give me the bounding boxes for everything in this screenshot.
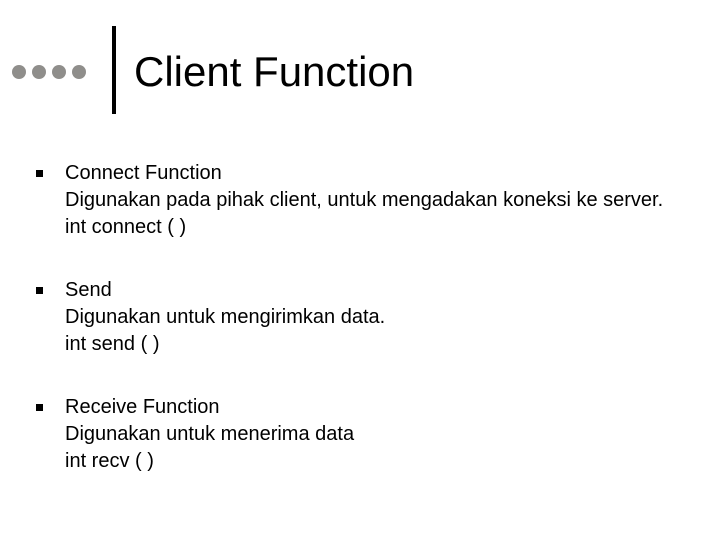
dot-icon — [52, 65, 66, 79]
decorative-dots — [12, 65, 86, 79]
item-heading: Send — [65, 277, 690, 304]
item-code: int recv ( ) — [65, 448, 690, 475]
item-description: Digunakan pada pihak client, untuk menga… — [65, 187, 690, 214]
dot-icon — [72, 65, 86, 79]
item-body: Receive Function Digunakan untuk menerim… — [65, 394, 690, 475]
item-description: Digunakan untuk mengirimkan data. — [65, 304, 690, 331]
list-item: Receive Function Digunakan untuk menerim… — [36, 394, 690, 475]
bullet-icon — [36, 287, 43, 294]
item-code: int connect ( ) — [65, 214, 690, 241]
slide-title: Client Function — [134, 48, 414, 96]
bullet-icon — [36, 404, 43, 411]
item-body: Send Digunakan untuk mengirimkan data. i… — [65, 277, 690, 358]
slide: Client Function Connect Function Digunak… — [0, 0, 720, 540]
bullet-icon — [36, 170, 43, 177]
title-divider — [112, 26, 116, 114]
title-area: Client Function — [0, 30, 414, 114]
item-heading: Receive Function — [65, 394, 690, 421]
content-area: Connect Function Digunakan pada pihak cl… — [36, 160, 690, 511]
list-item: Send Digunakan untuk mengirimkan data. i… — [36, 277, 690, 358]
item-body: Connect Function Digunakan pada pihak cl… — [65, 160, 690, 241]
list-item: Connect Function Digunakan pada pihak cl… — [36, 160, 690, 241]
dot-icon — [12, 65, 26, 79]
item-code: int send ( ) — [65, 331, 690, 358]
dot-icon — [32, 65, 46, 79]
item-description: Digunakan untuk menerima data — [65, 421, 690, 448]
item-heading: Connect Function — [65, 160, 690, 187]
